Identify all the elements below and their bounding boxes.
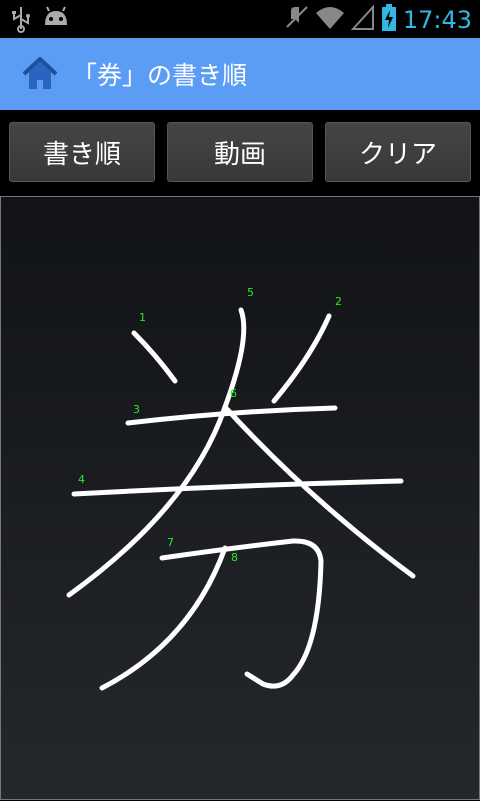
battery-charging-icon (381, 4, 397, 36)
stroke-order-button[interactable]: 書き順 (9, 122, 155, 182)
android-debug-icon (42, 5, 70, 37)
stroke-2 (271, 313, 332, 404)
stroke-number: 3 (133, 403, 140, 416)
stroke-number: 2 (335, 295, 342, 308)
stroke-number: 5 (247, 286, 254, 299)
usb-icon (10, 5, 32, 37)
stroke-number: 1 (139, 311, 146, 324)
signal-icon (350, 4, 375, 35)
stroke-8 (99, 545, 228, 691)
stroke-1 (131, 330, 178, 384)
mute-icon (285, 5, 309, 35)
video-button[interactable]: 動画 (167, 122, 313, 182)
stroke-7 (159, 538, 324, 689)
stroke-number: 4 (78, 473, 85, 486)
clock: 17:43 (402, 6, 472, 34)
wifi-icon (315, 5, 345, 35)
home-icon[interactable] (20, 54, 60, 94)
stroke-4 (71, 478, 404, 497)
clear-button[interactable]: クリア (325, 122, 471, 182)
status-bar: 17:43 (0, 0, 480, 38)
stroke-number: 7 (167, 536, 174, 549)
drawing-canvas[interactable]: 1 2 3 4 5 6 7 8 (0, 196, 480, 800)
stroke-number: 8 (231, 551, 238, 564)
stroke-number: 6 (230, 387, 237, 400)
button-bar: 書き順 動画 クリア (0, 110, 480, 196)
action-bar: 「券」の書き順 (0, 38, 480, 110)
page-title: 「券」の書き順 (72, 61, 248, 90)
